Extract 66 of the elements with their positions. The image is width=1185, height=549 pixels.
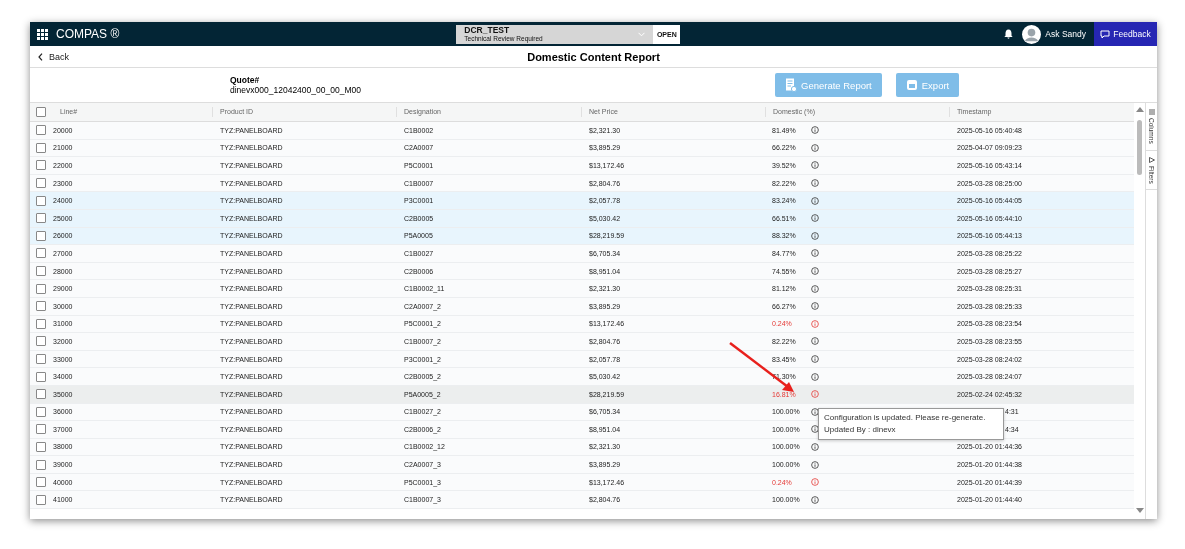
row-checkbox[interactable] xyxy=(36,336,46,347)
row-checkbox[interactable] xyxy=(36,318,46,329)
spreadsheet-icon xyxy=(905,79,918,91)
page-title: Domestic Content Report xyxy=(527,50,660,63)
info-icon[interactable] xyxy=(811,337,819,346)
info-icon[interactable] xyxy=(811,143,819,152)
row-checkbox[interactable] xyxy=(36,178,46,189)
info-icon[interactable] xyxy=(811,319,819,328)
back-button[interactable]: Back xyxy=(38,51,69,62)
chevron-left-icon xyxy=(38,52,43,61)
info-icon[interactable] xyxy=(811,372,819,381)
row-checkbox[interactable] xyxy=(36,389,46,400)
document-icon xyxy=(785,78,797,92)
chat-icon xyxy=(1100,29,1111,39)
info-icon[interactable] xyxy=(811,425,819,434)
tooltip-text: Configuration is updated. Please re-generate. xyxy=(824,412,987,424)
row-checkbox[interactable] xyxy=(36,354,46,364)
row-checkbox[interactable] xyxy=(36,494,46,505)
row-checkbox[interactable] xyxy=(36,266,46,277)
info-icon[interactable] xyxy=(811,214,819,223)
row-checkbox[interactable] xyxy=(36,283,46,294)
info-icon[interactable] xyxy=(811,249,819,258)
row-checkbox[interactable] xyxy=(36,477,46,488)
info-icon[interactable] xyxy=(811,284,819,293)
row-checkbox[interactable] xyxy=(36,248,46,259)
info-icon[interactable] xyxy=(811,495,819,504)
info-icon[interactable] xyxy=(811,161,819,170)
info-icon[interactable] xyxy=(811,302,819,311)
chevron-down-icon xyxy=(638,31,646,37)
info-icon[interactable] xyxy=(811,355,819,363)
info-icon[interactable] xyxy=(811,443,819,451)
row-checkbox[interactable] xyxy=(36,125,46,136)
feedback-button[interactable]: Feedback xyxy=(1094,22,1157,46)
row-checkbox[interactable] xyxy=(36,424,46,435)
row-checkbox[interactable] xyxy=(36,371,46,382)
row-checkbox[interactable] xyxy=(36,142,46,153)
row-checkbox[interactable] xyxy=(36,160,46,171)
row-checkbox[interactable] xyxy=(36,230,46,241)
app-name: COMPAS ® xyxy=(56,27,120,41)
info-icon[interactable] xyxy=(811,460,819,469)
info-icon[interactable] xyxy=(811,179,819,188)
grid-menu-icon[interactable] xyxy=(37,28,48,40)
info-icon[interactable] xyxy=(811,126,819,135)
row-checkbox[interactable] xyxy=(36,459,46,470)
quote-number: dinevx000_12042400_00_00_M00 xyxy=(230,85,362,95)
filter-icon xyxy=(1148,156,1155,163)
scroll-down-icon[interactable] xyxy=(1135,508,1144,513)
info-icon[interactable] xyxy=(811,407,819,416)
tooltip-text: Updated By : dinevx xyxy=(824,424,897,436)
row-checkbox[interactable] xyxy=(36,213,46,224)
bell-icon[interactable] xyxy=(1004,29,1014,39)
info-icon[interactable] xyxy=(811,196,819,205)
row-checkbox[interactable] xyxy=(36,301,46,312)
avatar-icon[interactable] xyxy=(1022,24,1042,44)
select-all-checkbox[interactable] xyxy=(36,107,46,117)
info-icon[interactable] xyxy=(811,390,819,399)
info-icon[interactable] xyxy=(811,231,819,240)
scroll-up-icon[interactable] xyxy=(1135,107,1144,112)
row-checkbox[interactable] xyxy=(36,195,46,206)
row-checkbox[interactable] xyxy=(36,406,46,417)
columns-icon xyxy=(1148,109,1155,115)
info-icon[interactable] xyxy=(811,267,819,276)
quote-label: Quote# xyxy=(230,75,261,85)
user-name[interactable]: Ask Sandy xyxy=(1045,29,1086,39)
row-checkbox[interactable] xyxy=(36,442,46,452)
info-icon[interactable] xyxy=(811,478,819,487)
